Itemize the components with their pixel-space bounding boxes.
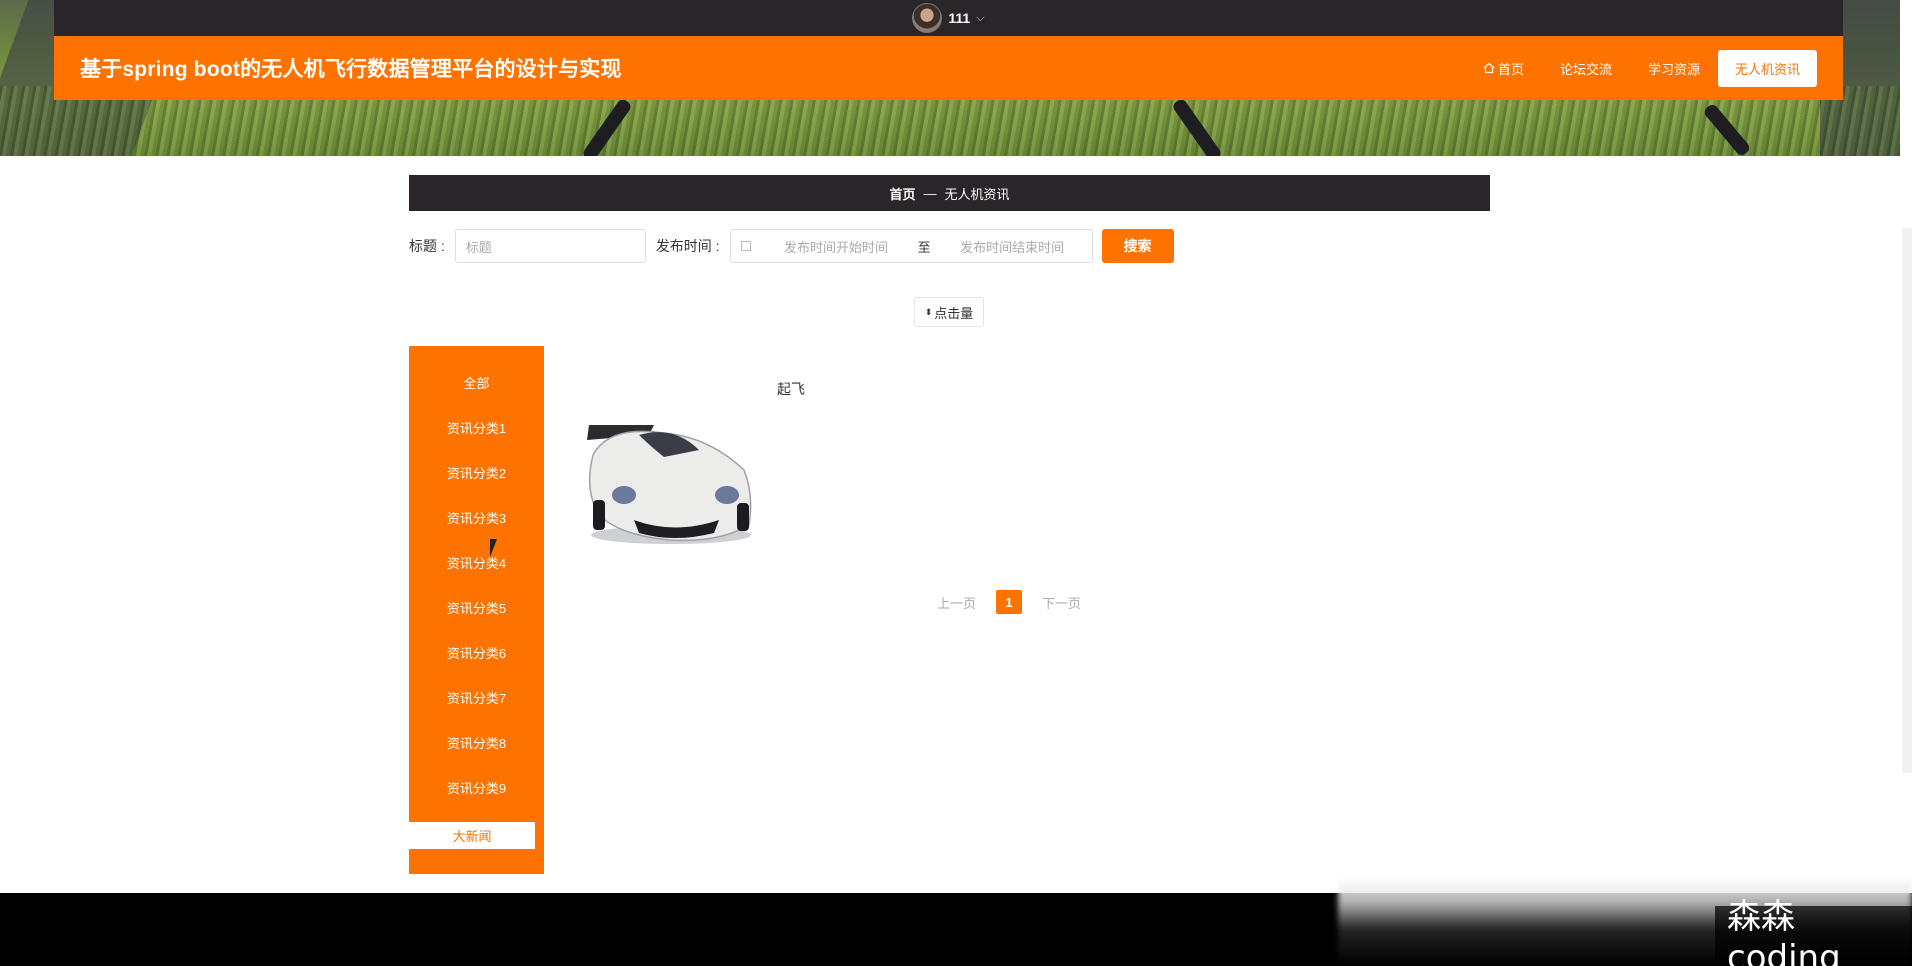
breadcrumb-home[interactable]: 首页 [889, 184, 915, 203]
avatar[interactable] [912, 3, 943, 33]
category-5[interactable]: 资讯分类5 [409, 585, 544, 630]
news-item-title[interactable]: 起飞 [777, 379, 805, 399]
search-form: 标题 : 标题 发布时间 : 发布时间开始时间 至 发布时间结束时间 搜索 [409, 229, 1174, 263]
user-menu[interactable]: 111 ⌵ [912, 3, 985, 33]
category-all[interactable]: 全部 [409, 360, 544, 405]
date-range-picker[interactable]: 发布时间开始时间 至 发布时间结束时间 [729, 229, 1093, 263]
end-date-input[interactable]: 发布时间结束时间 [943, 237, 1082, 256]
category-7[interactable]: 资讯分类7 [409, 675, 544, 720]
site-title: 基于spring boot的无人机飞行数据管理平台的设计与实现 [80, 58, 622, 81]
news-item-image[interactable] [579, 395, 759, 550]
start-date-input[interactable]: 发布时间开始时间 [767, 237, 906, 256]
mouse-cursor-icon [490, 539, 497, 557]
search-button[interactable]: 搜索 [1101, 229, 1174, 263]
calendar-icon [740, 241, 751, 251]
category-9[interactable]: 资讯分类9 [409, 765, 544, 810]
sort-by-clicks-button[interactable]: ⬍ 点击量 [914, 297, 984, 327]
title-label: 标题 : [409, 238, 445, 254]
scrollbar[interactable] [1902, 228, 1912, 773]
breadcrumb: 首页 — 无人机资讯 [409, 175, 1490, 211]
username[interactable]: 111 [948, 10, 970, 26]
category-1[interactable]: 资讯分类1 [409, 405, 544, 450]
breadcrumb-separator: — [923, 185, 937, 201]
nav-home[interactable]: 首页 [1465, 59, 1542, 78]
chevron-down-icon[interactable]: ⌵ [976, 12, 984, 25]
prev-page-button[interactable]: 上一页 [937, 593, 976, 612]
category-6[interactable]: 资讯分类6 [409, 630, 544, 675]
main-nav: 首页 论坛交流 学习资源 无人机资讯 [1465, 49, 1817, 87]
title-input[interactable]: 标题 [454, 229, 646, 263]
nav-home-label: 首页 [1497, 61, 1524, 77]
category-3[interactable]: 资讯分类3 [409, 495, 544, 540]
watermark: 森森coding [1715, 897, 1912, 966]
breadcrumb-current: 无人机资讯 [944, 186, 1010, 202]
time-label: 发布时间 : [655, 238, 720, 254]
category-big-news[interactable]: 大新闻 [409, 822, 535, 849]
page-number[interactable]: 1 [996, 590, 1023, 614]
category-4[interactable]: 资讯分类4 [409, 540, 544, 585]
next-page-button[interactable]: 下一页 [1042, 593, 1081, 612]
sort-label: 点击量 [934, 305, 974, 321]
category-2[interactable]: 资讯分类2 [409, 450, 544, 495]
range-separator: 至 [917, 239, 931, 255]
category-8[interactable]: 资讯分类8 [409, 720, 544, 765]
site-header: 基于spring boot的无人机飞行数据管理平台的设计与实现 首页 论坛交流 … [54, 36, 1843, 100]
pagination: 上一页 1 下一页 [937, 590, 1081, 614]
top-user-bar: 111 ⌵ [54, 0, 1843, 36]
nav-forum[interactable]: 论坛交流 [1542, 59, 1630, 78]
nav-drone-news[interactable]: 无人机资讯 [1717, 49, 1817, 87]
sort-icon: ⬍ [924, 306, 933, 317]
category-sidebar: 全部 资讯分类1 资讯分类2 资讯分类3 资讯分类4 资讯分类5 资讯分类6 资… [409, 346, 544, 874]
home-icon [1483, 62, 1495, 74]
nav-learning[interactable]: 学习资源 [1630, 59, 1718, 78]
